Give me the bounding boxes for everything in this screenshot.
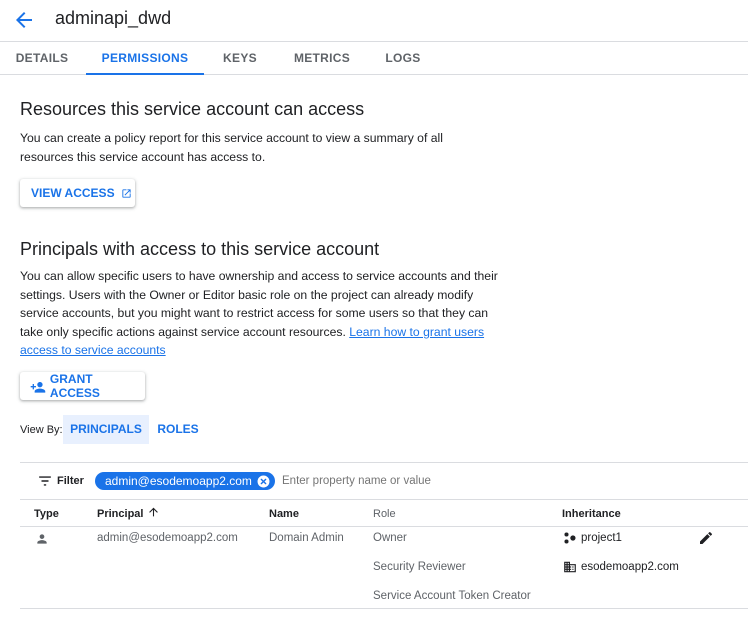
role-security-reviewer: Security Reviewer — [373, 561, 466, 573]
inheritance-project: project1 — [581, 532, 622, 544]
principals-description-line: settings. Users with the Owner or Editor… — [20, 287, 474, 302]
view-access-button[interactable]: VIEW ACCESS — [20, 179, 135, 207]
tab-logs[interactable]: LOGS — [378, 42, 428, 74]
organization-icon — [564, 561, 576, 573]
page-header: adminapi_dwd — [0, 0, 748, 42]
resources-description-line: You can create a policy report for this … — [20, 131, 443, 145]
edit-icon[interactable] — [698, 530, 714, 546]
tab-permissions[interactable]: PERMISSIONS — [86, 42, 204, 75]
sort-ascending-icon[interactable] — [147, 505, 160, 519]
column-type[interactable]: Type — [34, 508, 59, 520]
table-bottom-divider — [20, 608, 748, 609]
resources-description-line: resources this service account has acces… — [20, 149, 266, 164]
filter-chip[interactable]: admin@esodemoapp2.com — [95, 472, 275, 490]
filter-input[interactable] — [278, 472, 506, 490]
view-by-principals[interactable]: PRINCIPALS — [63, 415, 149, 444]
filter-icon[interactable] — [38, 475, 52, 487]
grant-access-button[interactable]: GRANT ACCESS — [20, 372, 145, 400]
filter-label: Filter — [57, 475, 84, 487]
person-icon — [37, 534, 47, 544]
role-owner: Owner — [373, 532, 407, 544]
filter-chip-value: admin@esodemoapp2.com — [105, 474, 252, 488]
learn-grant-link[interactable]: access to service accounts — [20, 343, 166, 357]
principal-name: Domain Admin — [269, 532, 344, 544]
tab-bar: DETAILS PERMISSIONS KEYS METRICS LOGS — [0, 42, 748, 75]
principal-email: admin@esodemoapp2.com — [97, 532, 238, 544]
principals-heading: Principals with access to this service a… — [20, 239, 380, 259]
principals-description: You can allow specific users to have own… — [20, 267, 498, 360]
resources-heading: Resources this service account can acces… — [20, 99, 365, 119]
column-inheritance: Inheritance — [562, 508, 621, 520]
principals-description-line: take only specific actions against servi… — [20, 324, 346, 339]
view-by-roles[interactable]: ROLES — [152, 415, 204, 444]
remove-chip-icon[interactable] — [257, 475, 270, 488]
project-icon — [564, 532, 576, 544]
tab-details[interactable]: DETAILS — [8, 42, 76, 74]
learn-grant-link[interactable]: Learn how to grant users — [349, 325, 484, 339]
view-by-label: View By: — [20, 424, 63, 436]
page-title: adminapi_dwd — [55, 8, 172, 28]
view-access-label: VIEW ACCESS — [31, 186, 115, 200]
grant-access-label: GRANT ACCESS — [49, 372, 100, 400]
principals-description-line: You can allow specific users to have own… — [20, 269, 498, 283]
tab-metrics[interactable]: METRICS — [286, 42, 358, 74]
column-role: Role — [373, 508, 396, 520]
principals-description-line: service accounts, but you might want to … — [20, 306, 489, 321]
person-add-icon — [30, 382, 46, 393]
open-in-new-icon — [121, 188, 131, 198]
column-name[interactable]: Name — [269, 508, 299, 520]
role-token-creator: Service Account Token Creator — [373, 590, 531, 602]
inheritance-organization: esodemoapp2.com — [581, 561, 679, 573]
back-arrow-icon[interactable] — [12, 8, 36, 32]
resources-description: You can create a policy report for this … — [20, 129, 443, 166]
column-principal[interactable]: Principal — [97, 508, 143, 520]
tab-keys[interactable]: KEYS — [214, 42, 266, 74]
